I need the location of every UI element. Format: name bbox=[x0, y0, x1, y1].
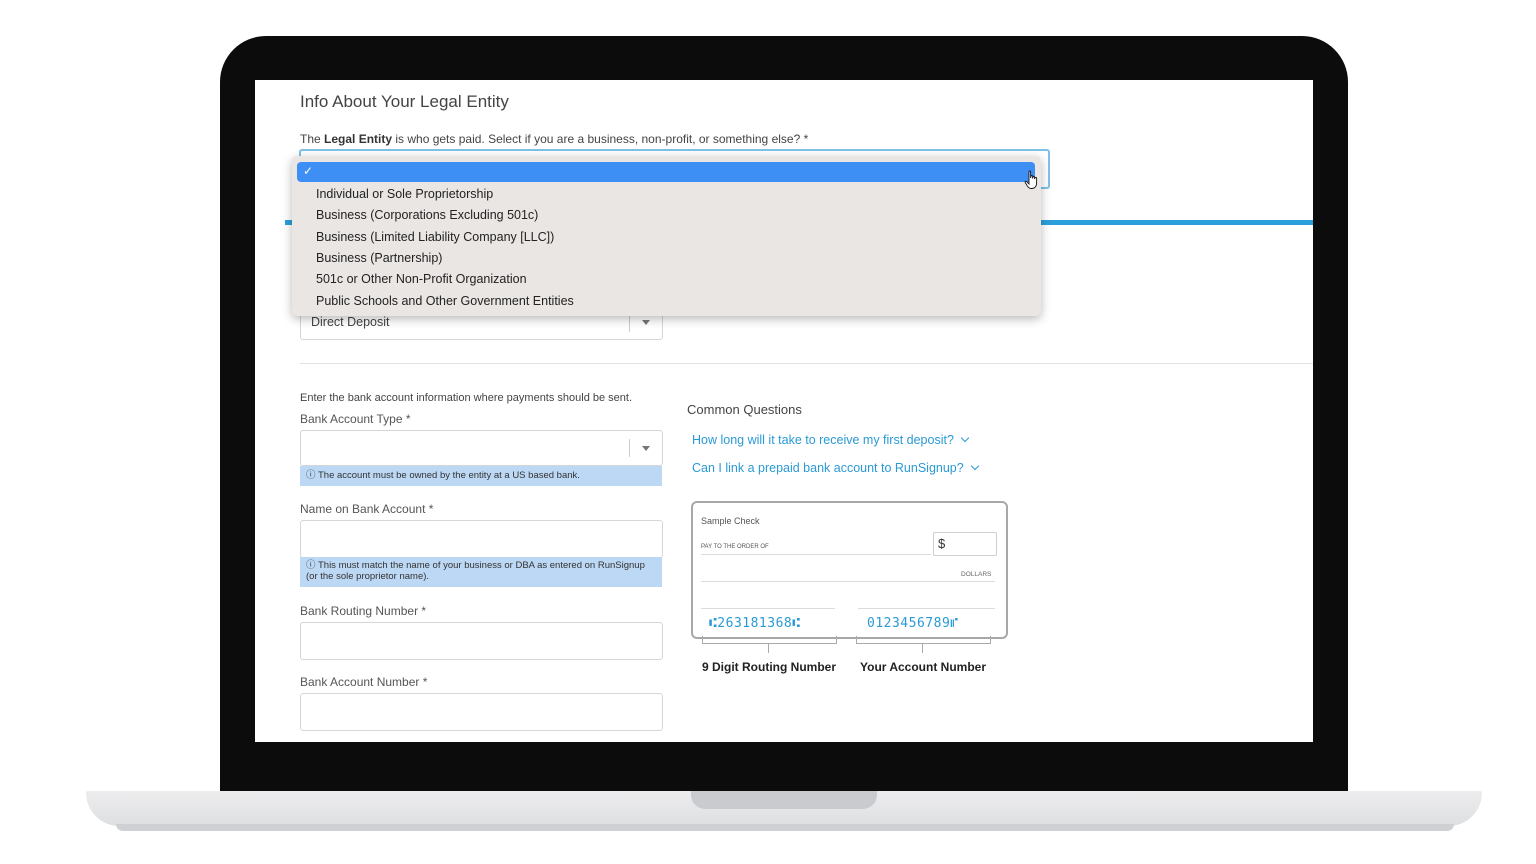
chevron-down-icon bbox=[642, 446, 650, 451]
dropdown-option-nonprofit[interactable]: 501c or Other Non-Profit Organization bbox=[316, 272, 527, 286]
sample-check: Sample Check PAY TO THE ORDER OF $ DOLLA… bbox=[691, 501, 1008, 639]
micr-line-right bbox=[858, 608, 995, 609]
amount-words-line bbox=[701, 581, 995, 582]
sample-check-title: Sample Check bbox=[701, 516, 760, 526]
dropdown-option-llc[interactable]: Business (Limited Liability Company [LLC… bbox=[316, 230, 554, 244]
name-on-account-label: Name on Bank Account * bbox=[300, 502, 434, 516]
account-number-input[interactable] bbox=[300, 693, 663, 731]
name-on-account-note: ⓘ This must match the name of your busin… bbox=[300, 557, 662, 587]
account-caption: Your Account Number bbox=[860, 660, 987, 674]
account-number-label: Bank Account Number * bbox=[300, 675, 428, 689]
account-bracket bbox=[856, 636, 991, 644]
dollars-label: DOLLARS bbox=[961, 571, 992, 578]
select-separator bbox=[629, 314, 630, 332]
info-icon: ⓘ bbox=[306, 560, 316, 571]
prompt-text-rest: is who gets paid. Select if you are a bu… bbox=[392, 132, 809, 146]
name-on-account-input[interactable] bbox=[300, 520, 663, 558]
select-separator bbox=[629, 439, 630, 457]
prompt-text: The bbox=[300, 132, 325, 146]
legal-entity-prompt: The Legal Entity is who gets paid. Selec… bbox=[300, 132, 808, 146]
laptop-base-lip bbox=[116, 824, 1454, 831]
check-icon: ✓ bbox=[303, 164, 314, 178]
account-bracket-stem bbox=[922, 643, 923, 653]
pay-to-label: PAY TO THE ORDER OF bbox=[701, 544, 769, 550]
prompt-bold: Legal Entity bbox=[324, 132, 393, 146]
chevron-down-icon bbox=[970, 461, 979, 471]
page-heading: Info About Your Legal Entity bbox=[300, 92, 509, 111]
chevron-down-icon bbox=[960, 433, 970, 443]
section-divider bbox=[300, 363, 1313, 364]
amount-box: $ bbox=[933, 532, 997, 556]
dropdown-option-partnership[interactable]: Business (Partnership) bbox=[316, 251, 442, 265]
dropdown-option-individual[interactable]: Individual or Sole Proprietorship bbox=[316, 187, 493, 201]
screen: Info About Your Legal Entity The Legal E… bbox=[255, 80, 1313, 742]
routing-number-input[interactable] bbox=[300, 622, 663, 660]
hand-cursor-icon bbox=[1024, 170, 1038, 189]
pay-to-line bbox=[701, 554, 931, 555]
dropdown-option-corporation[interactable]: Business (Corporations Excluding 501c) bbox=[316, 208, 538, 222]
account-type-note-text: The account must be owned by the entity … bbox=[317, 470, 580, 481]
bank-account-type-select[interactable] bbox=[300, 430, 663, 466]
faq-first-deposit-text: How long will it take to receive my firs… bbox=[692, 433, 954, 447]
routing-caption: 9 Digit Routing Number bbox=[702, 660, 836, 674]
bank-instructions: Enter the bank account information where… bbox=[300, 392, 633, 404]
faq-first-deposit[interactable]: How long will it take to receive my firs… bbox=[692, 433, 970, 447]
name-note-line-2: (or the sole proprietor name). bbox=[306, 571, 430, 582]
info-icon: ⓘ bbox=[306, 470, 316, 481]
account-type-note: ⓘ The account must be owned by the entit… bbox=[300, 466, 662, 486]
bank-account-type-label: Bank Account Type * bbox=[300, 412, 411, 426]
dropdown-option-selected-blank[interactable]: ✓ bbox=[297, 162, 1035, 182]
name-note-line-1: This must match the name of your busines… bbox=[317, 560, 645, 571]
dropdown-option-government[interactable]: Public Schools and Other Government Enti… bbox=[316, 294, 574, 308]
account-micr: 0123456789⑈ bbox=[867, 616, 959, 631]
routing-number-label: Bank Routing Number * bbox=[300, 604, 427, 618]
laptop-notch bbox=[691, 791, 877, 809]
routing-micr: ⑆263181368⑆ bbox=[709, 616, 801, 631]
routing-bracket-stem bbox=[768, 643, 769, 653]
common-questions-heading: Common Questions bbox=[687, 402, 802, 417]
faq-prepaid-account[interactable]: Can I link a prepaid bank account to Run… bbox=[692, 461, 979, 475]
chevron-down-icon bbox=[642, 320, 650, 325]
micr-line-left bbox=[701, 608, 835, 609]
payment-method-value: Direct Deposit bbox=[311, 315, 390, 329]
legal-entity-dropdown-menu: ✓ Individual or Sole Proprietorship Busi… bbox=[292, 156, 1041, 316]
routing-bracket bbox=[702, 636, 837, 644]
faq-prepaid-account-text: Can I link a prepaid bank account to Run… bbox=[692, 461, 964, 475]
dollar-sign: $ bbox=[938, 536, 946, 551]
